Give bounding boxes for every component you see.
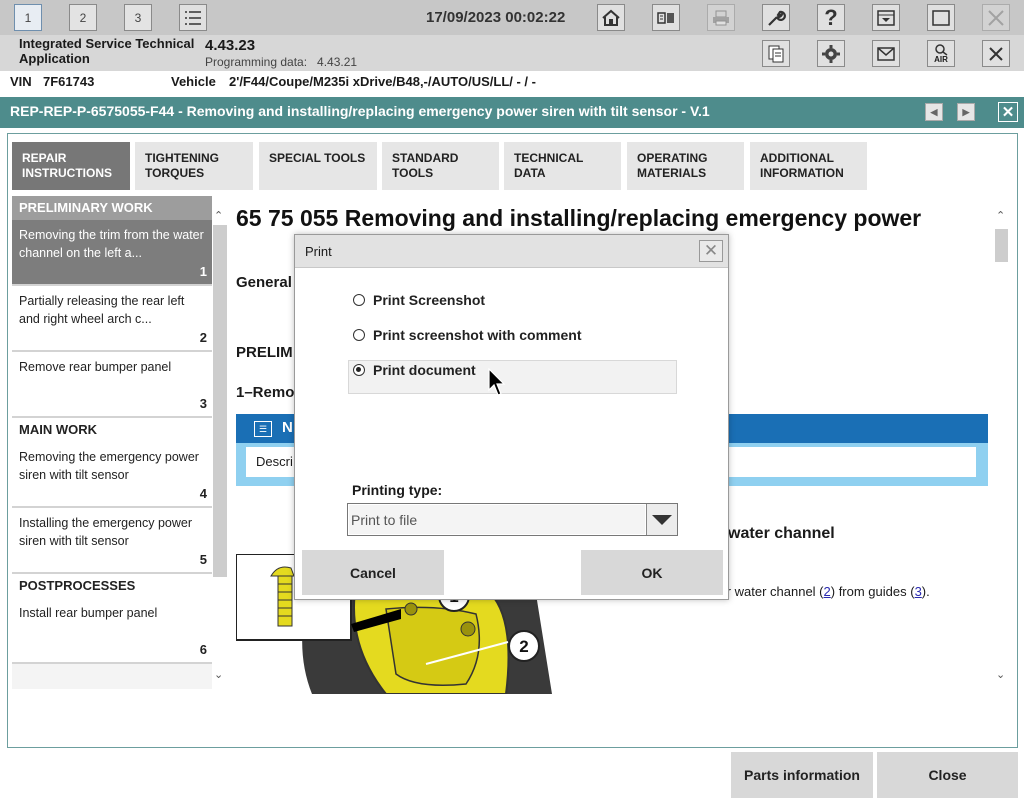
radio-print-document[interactable]: Print document — [353, 362, 476, 378]
tab-tightening-torques[interactable]: TIGHTENING TORQUES — [135, 142, 253, 190]
top-toolbar: 1 2 3 17/09/2023 00:02:22 ? — [0, 0, 1024, 35]
step-heading: 1–Remo — [236, 384, 295, 401]
vehicle-label: Vehicle — [171, 74, 216, 89]
help-icon[interactable]: ? — [817, 4, 845, 31]
document-title: REP-REP-P-6575055-F44 - Removing and ins… — [10, 103, 710, 119]
section-preliminary-work: PRELIMINARY WORK — [12, 196, 212, 220]
app-version: 4.43.23 — [205, 37, 256, 54]
steps-sidebar: PRELIMINARY WORK Removing the trim from … — [12, 196, 212, 689]
radio-button-icon — [353, 329, 365, 341]
step-item[interactable]: Partially releasing the rear left and ri… — [12, 286, 212, 352]
programming-version: 4.43.21 — [317, 55, 358, 69]
tab-repair-instructions[interactable]: REPAIR INSTRUCTIONS — [12, 142, 130, 190]
scroll-up-icon[interactable]: ⌃ — [996, 209, 1005, 222]
scroll-up-icon[interactable]: ⌃ — [214, 209, 223, 222]
tab-technical-data[interactable]: TECHNICAL DATA — [504, 142, 621, 190]
window-icon[interactable] — [927, 4, 955, 31]
removal-instruction: n for water channel (2) from guides (3). — [705, 584, 930, 599]
dialog-title-bar: Print — [295, 235, 728, 268]
programming-data: Programming data: 4.43.21 — [205, 55, 358, 69]
radio-button-selected-icon — [353, 364, 365, 376]
printing-type-select[interactable]: Print to file — [347, 503, 678, 536]
session-1-button[interactable]: 1 — [14, 4, 42, 31]
print-dialog: Print ✕ Print Screenshot Print screensho… — [294, 234, 729, 600]
document-scrollbar[interactable] — [994, 207, 1008, 687]
document-heading: 65 75 055 Removing and installing/replac… — [236, 205, 922, 231]
mail-icon[interactable] — [872, 40, 900, 67]
general-heading: General — [236, 274, 292, 291]
document-scroll-thumb[interactable] — [995, 229, 1008, 262]
printing-type-label: Printing type: — [352, 482, 443, 498]
app-info-bar: Integrated Service Technical Application… — [0, 35, 1024, 71]
session-2-button[interactable]: 2 — [69, 4, 97, 31]
next-arrow-icon[interactable]: ▶ — [957, 103, 975, 121]
tab-standard-tools[interactable]: STANDARD TOOLS — [382, 142, 499, 190]
callout-2: 2 — [519, 637, 528, 656]
app-name: Integrated Service Technical Application — [19, 36, 195, 66]
reference-link-3[interactable]: 3 — [915, 584, 922, 599]
document-title-bar: REP-REP-P-6575055-F44 - Removing and ins… — [0, 97, 1024, 128]
previous-arrow-icon[interactable]: ◀ — [925, 103, 943, 121]
printing-type-value: Print to file — [349, 505, 645, 534]
tab-special-tools[interactable]: SPECIAL TOOLS — [259, 142, 377, 190]
air-icon[interactable]: AIR — [927, 40, 955, 67]
settings-icon[interactable] — [817, 40, 845, 67]
prelim-heading: PRELIM — [236, 344, 293, 361]
step-item[interactable]: Remove rear bumper panel 3 — [12, 352, 212, 418]
wrench-icon[interactable] — [762, 4, 790, 31]
scroll-down-icon[interactable]: ⌄ — [996, 668, 1005, 681]
close-button[interactable]: Close — [877, 752, 1018, 798]
vehicle-value: 2'/F44/Coupe/M235i xDrive/B48,-/AUTO/US/… — [229, 74, 536, 89]
dropdown-arrow-icon[interactable] — [646, 504, 677, 535]
mouse-cursor-icon — [488, 368, 506, 396]
datetime: 17/09/2023 00:02:22 — [426, 9, 566, 26]
section-postprocesses: POSTPROCESSES — [12, 574, 212, 598]
scroll-down-icon[interactable]: ⌄ — [214, 668, 223, 681]
tab-operating-materials[interactable]: OPERATING MATERIALS — [627, 142, 744, 190]
download-icon[interactable] — [872, 4, 900, 31]
session-3-button[interactable]: 3 — [124, 4, 152, 31]
home-icon[interactable] — [597, 4, 625, 31]
step-item[interactable]: Removing the emergency power siren with … — [12, 442, 212, 508]
cancel-button[interactable]: Cancel — [302, 550, 444, 595]
radio-button-icon — [353, 294, 365, 306]
tab-additional-information[interactable]: ADDITIONAL INFORMATION — [750, 142, 867, 190]
documents-icon[interactable] — [762, 40, 790, 67]
vin-value: 7F61743 — [43, 74, 95, 89]
water-channel-heading: water channel — [728, 525, 835, 542]
note-title: N — [282, 419, 293, 436]
section-main-work: MAIN WORK — [12, 418, 212, 442]
radio-print-screenshot-comment[interactable]: Print screenshot with comment — [353, 327, 581, 343]
vehicle-bar: VIN 7F61743 Vehicle 2'/F44/Coupe/M235i x… — [0, 71, 1024, 93]
parts-information-button[interactable]: Parts information — [731, 752, 873, 798]
close-app-icon[interactable] — [982, 40, 1010, 67]
close-document-icon[interactable]: ✕ — [998, 102, 1018, 122]
ok-button[interactable]: OK — [581, 550, 723, 595]
dialog-close-icon[interactable]: ✕ — [699, 240, 723, 262]
step-item[interactable]: Install rear bumper panel 6 — [12, 598, 212, 664]
reference-link-2[interactable]: 2 — [824, 584, 831, 599]
radio-print-screenshot[interactable]: Print Screenshot — [353, 292, 485, 308]
sidebar-scroll-thumb[interactable] — [213, 225, 227, 577]
note-icon: ☰ — [254, 421, 272, 437]
step-item[interactable]: Installing the emergency power siren wit… — [12, 508, 212, 574]
close-icon — [982, 4, 1010, 31]
dialog-title: Print — [305, 244, 332, 259]
split-view-icon[interactable] — [652, 4, 680, 31]
vin-label: VIN — [10, 74, 32, 89]
print-icon — [707, 4, 735, 31]
step-item[interactable]: Removing the trim from the water channel… — [12, 220, 212, 286]
list-icon[interactable] — [179, 4, 207, 31]
